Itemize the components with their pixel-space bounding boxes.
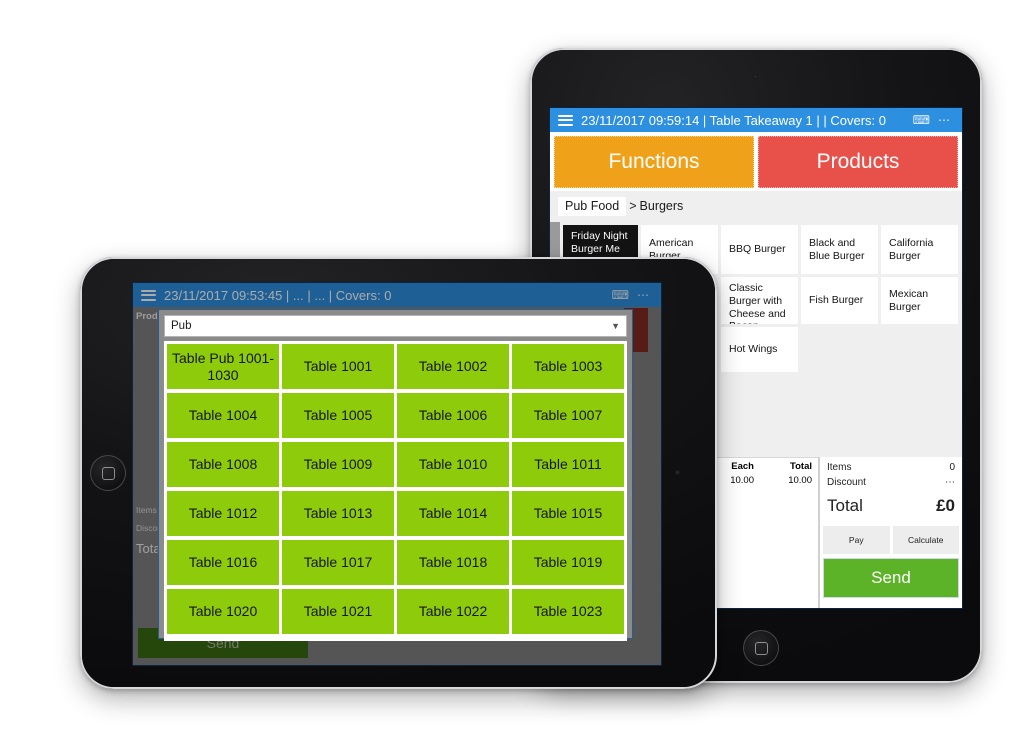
left-tablet-device: 23/11/2017 09:53:45 | ... | ... | Covers… bbox=[80, 257, 717, 689]
chevron-down-icon: ▼ bbox=[611, 321, 620, 331]
table-row: Table Pub 1001-1030 Table 1001 Table 100… bbox=[167, 344, 624, 393]
front-camera-icon bbox=[753, 74, 758, 79]
product-tile-classic-burger-with-cheese-and-bacon[interactable]: Classic Burger with Cheese and Bacon bbox=[721, 277, 798, 324]
product-tile-hot-wings[interactable]: Hot Wings bbox=[721, 327, 798, 372]
mode-bar: Functions Products bbox=[550, 132, 962, 191]
left-tablet-screen: 23/11/2017 09:53:45 | ... | ... | Covers… bbox=[133, 283, 661, 665]
table-row: Table 1012 Table 1013 Table 1014 Table 1… bbox=[167, 491, 624, 540]
discount-label: Discount bbox=[827, 477, 866, 488]
hamburger-icon[interactable] bbox=[558, 112, 573, 128]
right-titlebar-text: 23/11/2017 09:59:14 | Table Takeaway 1 |… bbox=[581, 112, 887, 128]
column-header-total: Total bbox=[790, 461, 812, 472]
products-button[interactable]: Products bbox=[758, 136, 958, 188]
items-value: 0 bbox=[949, 462, 955, 473]
table-button-1003[interactable]: Table 1003 bbox=[512, 344, 624, 389]
payment-buttons: Pay Calculate bbox=[820, 523, 962, 554]
order-line-total: 10.00 bbox=[788, 475, 812, 486]
table-button-1018[interactable]: Table 1018 bbox=[397, 540, 509, 585]
pay-button[interactable]: Pay bbox=[823, 526, 890, 554]
table-button-1012[interactable]: Table 1012 bbox=[167, 491, 279, 536]
breadcrumb: Pub Food > Burgers bbox=[550, 191, 962, 222]
right-titlebar: 23/11/2017 09:59:14 | Table Takeaway 1 |… bbox=[550, 108, 962, 132]
table-button-pub-1001-1030[interactable]: Table Pub 1001-1030 bbox=[167, 344, 279, 389]
keyboard-icon[interactable]: ⌨ bbox=[913, 113, 930, 127]
table-button-1019[interactable]: Table 1019 bbox=[512, 540, 624, 585]
table-button-1011[interactable]: Table 1011 bbox=[512, 442, 624, 487]
table-button-1001[interactable]: Table 1001 bbox=[282, 344, 394, 389]
product-tile-fish-burger[interactable]: Fish Burger bbox=[801, 277, 878, 324]
venue-dropdown[interactable]: Pub ▼ bbox=[164, 315, 627, 337]
functions-button[interactable]: Functions bbox=[554, 136, 754, 188]
table-button-1002[interactable]: Table 1002 bbox=[397, 344, 509, 389]
table-button-1007[interactable]: Table 1007 bbox=[512, 393, 624, 438]
table-button-1014[interactable]: Table 1014 bbox=[397, 491, 509, 536]
table-button-1016[interactable]: Table 1016 bbox=[167, 540, 279, 585]
overflow-menu-icon[interactable]: ⋯ bbox=[938, 113, 954, 127]
items-row: Items 0 bbox=[820, 457, 962, 475]
home-button[interactable] bbox=[743, 630, 779, 666]
table-button-1022[interactable]: Table 1022 bbox=[397, 589, 509, 634]
table-button-1015[interactable]: Table 1015 bbox=[512, 491, 624, 536]
product-tile-mexican-burger[interactable]: Mexican Burger bbox=[881, 277, 958, 324]
front-camera-icon bbox=[675, 470, 680, 475]
table-button-1021[interactable]: Table 1021 bbox=[282, 589, 394, 634]
table-row: Table 1016 Table 1017 Table 1018 Table 1… bbox=[167, 540, 624, 589]
discount-value: ⋯ bbox=[945, 477, 955, 488]
product-tile-empty bbox=[801, 327, 878, 372]
table-row: Table 1008 Table 1009 Table 1010 Table 1… bbox=[167, 442, 624, 491]
calculate-button[interactable]: Calculate bbox=[892, 526, 959, 554]
totals-pane: Items 0 Discount ⋯ Total £0 Pay Calculat… bbox=[819, 457, 962, 608]
table-button-1005[interactable]: Table 1005 bbox=[282, 393, 394, 438]
table-grid: Table Pub 1001-1030 Table 1001 Table 100… bbox=[164, 341, 627, 641]
table-row: Table 1020 Table 1021 Table 1022 Table 1… bbox=[167, 589, 624, 638]
total-row: Total £0 bbox=[820, 490, 962, 523]
product-tile-california-burger[interactable]: California Burger bbox=[881, 225, 958, 274]
table-button-1017[interactable]: Table 1017 bbox=[282, 540, 394, 585]
breadcrumb-current[interactable]: Pub Food bbox=[558, 197, 627, 216]
product-tile-black-and-blue-burger[interactable]: Black and Blue Burger bbox=[801, 225, 878, 274]
table-button-1013[interactable]: Table 1013 bbox=[282, 491, 394, 536]
items-label: Items bbox=[827, 462, 852, 473]
product-tile-empty bbox=[881, 327, 958, 372]
breadcrumb-child[interactable]: Burgers bbox=[640, 199, 684, 213]
venue-dropdown-value: Pub bbox=[171, 320, 192, 332]
discount-row[interactable]: Discount ⋯ bbox=[820, 475, 962, 490]
send-button[interactable]: Send bbox=[823, 558, 959, 598]
table-row: Table 1004 Table 1005 Table 1006 Table 1… bbox=[167, 393, 624, 442]
total-label: Total bbox=[827, 496, 863, 515]
table-button-1020[interactable]: Table 1020 bbox=[167, 589, 279, 634]
home-button[interactable] bbox=[90, 455, 126, 491]
table-button-1006[interactable]: Table 1006 bbox=[397, 393, 509, 438]
product-tile-bbq-burger[interactable]: BBQ Burger bbox=[721, 225, 798, 274]
table-button-1009[interactable]: Table 1009 bbox=[282, 442, 394, 487]
total-value: £0 bbox=[936, 496, 955, 515]
table-button-1008[interactable]: Table 1008 bbox=[167, 442, 279, 487]
table-button-1023[interactable]: Table 1023 bbox=[512, 589, 624, 634]
screenshot-canvas: 23/11/2017 09:59:14 | Table Takeaway 1 |… bbox=[0, 0, 1024, 750]
breadcrumb-separator: > bbox=[629, 199, 637, 213]
table-button-1010[interactable]: Table 1010 bbox=[397, 442, 509, 487]
table-button-1004[interactable]: Table 1004 bbox=[167, 393, 279, 438]
table-selection-modal: Pub ▼ Table Pub 1001-1030 Table 1001 Tab… bbox=[158, 309, 633, 641]
